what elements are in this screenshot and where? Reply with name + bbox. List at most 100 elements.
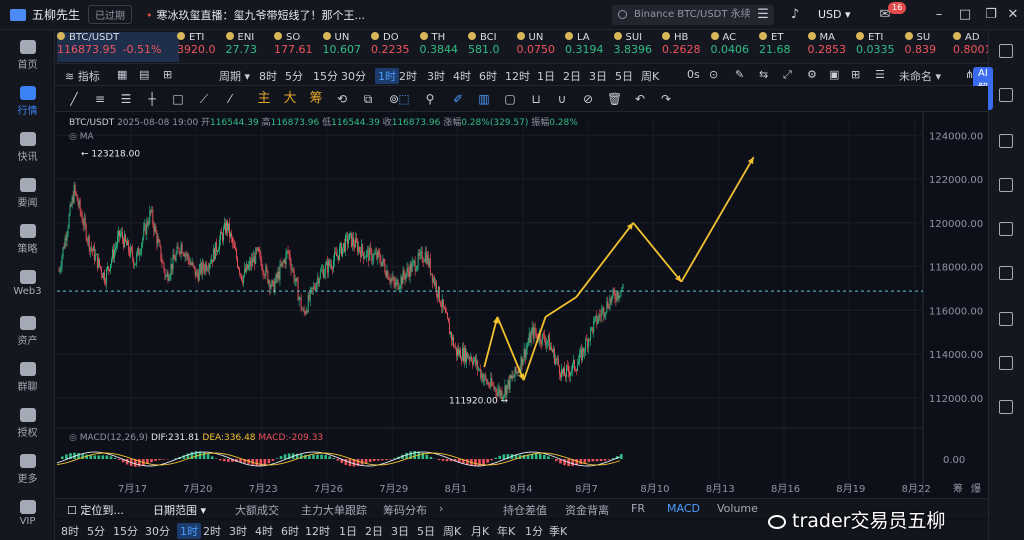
- columns-icon[interactable]: ▥: [477, 92, 491, 106]
- horizontal-ray-icon[interactable]: ┼: [145, 92, 159, 106]
- period-option[interactable]: 30分: [341, 68, 366, 84]
- bottom-period-option[interactable]: 4时: [255, 523, 273, 539]
- brush-icon[interactable]: ✐: [451, 92, 465, 106]
- chart-type-icon[interactable]: [999, 266, 1013, 280]
- period-option[interactable]: 1日: [537, 68, 555, 84]
- template-icon[interactable]: ▤: [139, 68, 149, 81]
- tab-main-orders[interactable]: 主力大单跟踪: [301, 502, 367, 518]
- sidebar-item-0[interactable]: 首页: [0, 40, 55, 71]
- period-option[interactable]: 6时: [479, 68, 497, 84]
- redo-icon[interactable]: ↷: [659, 92, 673, 106]
- bottom-period-option[interactable]: 1日: [339, 523, 357, 539]
- calendar-icon[interactable]: ▦: [117, 68, 127, 81]
- maximize-icon[interactable]: □: [958, 8, 972, 22]
- sidebar-item-9[interactable]: 更多: [0, 454, 55, 485]
- bottom-period-option[interactable]: 1时: [177, 523, 201, 539]
- period-option[interactable]: 5日: [615, 68, 633, 84]
- ticker-item[interactable]: BTC/USDT 116873.95 -0.51%: [57, 32, 179, 62]
- bottom-period-option[interactable]: 3时: [229, 523, 247, 539]
- bottom-period-option[interactable]: 2时: [203, 523, 221, 539]
- expired-badge[interactable]: 已过期: [88, 5, 133, 24]
- bottom-period-option[interactable]: 6时: [281, 523, 299, 539]
- period-option[interactable]: 4时: [453, 68, 471, 84]
- chart-canvas[interactable]: 112000.00 114000.00 116000.00 118000.00 1200…: [55, 112, 988, 496]
- period-option[interactable]: 3时: [427, 68, 445, 84]
- tab-scroll-right[interactable]: ›: [439, 502, 443, 515]
- bottom-period-option[interactable]: 15分: [113, 523, 138, 539]
- magnet-icon[interactable]: ∪: [555, 92, 569, 106]
- select-icon[interactable]: ⬚: [397, 92, 411, 106]
- period-option[interactable]: 2时: [399, 68, 417, 84]
- news-ticker[interactable]: • 寒冰玖玺直播：玺九爷带短线了！那个王...: [146, 7, 365, 23]
- hide-icon[interactable]: ⊘: [581, 92, 595, 106]
- copy-icon[interactable]: ⧉: [361, 92, 375, 106]
- delete-icon[interactable]: 🗑: [607, 92, 622, 106]
- tab-macd[interactable]: MACD: [667, 502, 700, 515]
- bottom-period-option[interactable]: 周K: [443, 523, 461, 539]
- main-force-button[interactable]: 主: [257, 92, 271, 106]
- sidebar-item-1[interactable]: 行情: [0, 86, 55, 117]
- indicators-button[interactable]: ≋ 指标: [65, 68, 100, 84]
- sidebar-item-4[interactable]: 策略: [0, 224, 55, 255]
- tab-big-trades[interactable]: 大额成交: [235, 502, 279, 518]
- bottom-period-option[interactable]: 月K: [471, 523, 489, 539]
- ticker-item[interactable]: AD 0.8001: [953, 32, 988, 62]
- price-chart[interactable]: 112000.00 114000.00 116000.00 118000.00 1200…: [55, 112, 988, 496]
- bottom-period-option[interactable]: 季K: [549, 523, 567, 539]
- parallel-channel-icon[interactable]: ☰: [119, 92, 133, 106]
- document-icon[interactable]: [999, 88, 1013, 102]
- undo-icon[interactable]: ↶: [633, 92, 647, 106]
- replace-icon[interactable]: ⟲: [335, 92, 349, 106]
- bottom-period-option[interactable]: 3日: [391, 523, 409, 539]
- period-option[interactable]: 周K: [641, 68, 659, 84]
- clipboard-icon[interactable]: ▢: [503, 92, 517, 106]
- period-dropdown[interactable]: 周期 ▾: [219, 68, 250, 84]
- chips-button[interactable]: 筹: [309, 92, 323, 106]
- compare-icon[interactable]: ⇆: [759, 68, 768, 81]
- big-order-button[interactable]: 大: [283, 92, 297, 106]
- line-segment-icon[interactable]: ⁄: [223, 92, 237, 106]
- trades-icon[interactable]: [999, 134, 1013, 148]
- bell-icon[interactable]: ♪: [788, 8, 802, 22]
- history-icon[interactable]: [999, 400, 1013, 414]
- pen-icon[interactable]: ✎: [735, 68, 744, 81]
- layout-icon[interactable]: ▣: [829, 68, 839, 81]
- tab-volume[interactable]: Volume: [717, 502, 758, 515]
- period-option[interactable]: 3日: [589, 68, 607, 84]
- currency-select[interactable]: USD ▾: [818, 8, 851, 21]
- sidebar-item-10[interactable]: VIP: [0, 500, 55, 527]
- camera-icon[interactable]: ⊙: [709, 68, 718, 81]
- indicator-list-icon[interactable]: ⊞: [163, 68, 172, 81]
- trend-icon[interactable]: [999, 178, 1013, 192]
- ray-icon[interactable]: ⟋: [197, 92, 211, 106]
- bottom-period-option[interactable]: 5分: [87, 523, 105, 539]
- trend-line-icon[interactable]: ╱: [67, 92, 81, 106]
- period-option[interactable]: 8时: [259, 68, 277, 84]
- period-option[interactable]: 15分: [313, 68, 338, 84]
- rectangle-icon[interactable]: □: [171, 92, 185, 106]
- share-icon[interactable]: ⋔: [965, 68, 974, 81]
- period-option[interactable]: 2日: [563, 68, 581, 84]
- tab-funding[interactable]: 资金背离: [565, 502, 609, 518]
- sidebar-item-7[interactable]: 群聊: [0, 362, 55, 393]
- bottom-period-option[interactable]: 年K: [497, 523, 515, 539]
- order-book-icon[interactable]: [999, 44, 1013, 58]
- bottom-period-option[interactable]: 30分: [145, 523, 170, 539]
- grid-icon[interactable]: ⊞: [851, 68, 860, 81]
- position-button[interactable]: ☐ 定位到...: [67, 502, 124, 518]
- sidebar-item-5[interactable]: Web3: [0, 270, 55, 297]
- period-option[interactable]: 12时: [505, 68, 530, 84]
- horizontal-lines-icon[interactable]: ≡: [93, 92, 107, 106]
- settings-icon[interactable]: ⚙: [807, 68, 817, 81]
- period-option[interactable]: 1时: [375, 68, 399, 84]
- info-icon[interactable]: [999, 312, 1013, 326]
- sidebar-item-6[interactable]: 资产: [0, 316, 55, 347]
- date-range-dropdown[interactable]: 日期范围 ▾: [153, 502, 206, 518]
- link-icon[interactable]: ⚲: [423, 92, 437, 106]
- unnamed-layout-select[interactable]: 未命名 ▾: [899, 68, 941, 84]
- tab-fr[interactable]: FR: [631, 502, 645, 515]
- calendar-icon[interactable]: [999, 356, 1013, 370]
- sidebar-item-2[interactable]: 快讯: [0, 132, 55, 163]
- minimize-icon[interactable]: –: [932, 8, 946, 22]
- lock-icon[interactable]: ⊔: [529, 92, 543, 106]
